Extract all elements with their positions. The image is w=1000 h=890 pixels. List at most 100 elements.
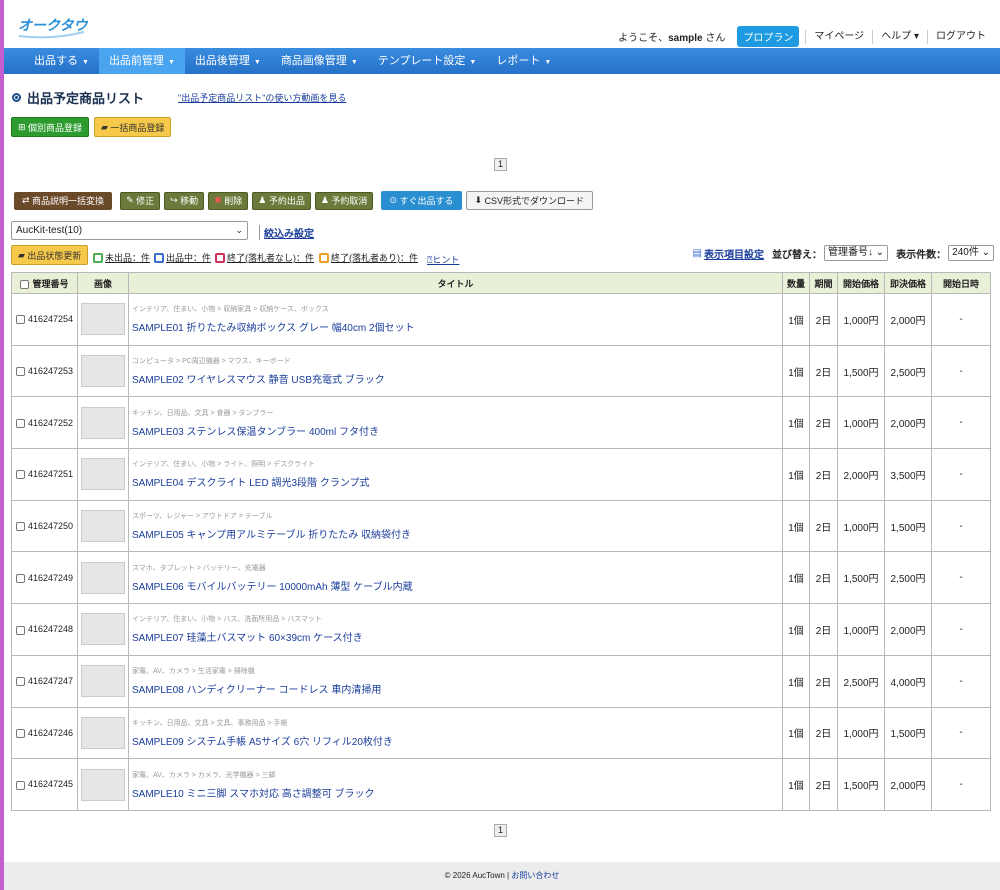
cell-period: 2日 [809,706,838,760]
list-now-button[interactable]: ⊙ すぐ出品する [381,191,462,210]
thumbnail[interactable] [81,613,125,646]
legend-ended-no-winner[interactable]: 終了(落札者なし)：件 [215,251,314,264]
reserve-cancel-button[interactable]: ♟ 予約取消 [314,191,374,210]
cell-image[interactable] [77,499,129,553]
cell-image[interactable] [77,758,129,811]
row-checkbox[interactable] [16,522,25,532]
nav-item-reports[interactable]: レポート ▼ [486,48,561,74]
cell-image[interactable] [77,396,129,450]
item-title-link[interactable]: SAMPLE10 ミニ三脚 スマホ対応 高さ調整可 ブラック [132,789,375,800]
logout-link[interactable]: ログアウト [927,29,994,44]
cell-image[interactable] [77,603,129,656]
item-title-link[interactable]: SAMPLE09 システム手帳 A5サイズ 6穴 リフィル20枚付き [132,737,393,748]
item-title-link[interactable]: SAMPLE03 ステンレス保温タンブラー 400ml フタ付き [132,427,379,438]
item-id: 416247245 [28,779,74,790]
item-title-link[interactable]: SAMPLE06 モバイルバッテリー 10000mAh 薄型 ケーブル内蔵 [132,582,413,593]
legend-listing[interactable]: 出品中：件 [154,251,211,264]
cell-id: 416247245 [11,758,78,811]
table-row: 416247253 コンピュータ > PC周辺機器 > マウス、キーボード SAMP… [11,344,991,398]
cell-image[interactable] [77,654,129,708]
help-link[interactable]: ヘルプ ▾ [872,29,927,44]
contact-link[interactable]: お問い合わせ [511,871,559,880]
csv-download-button[interactable]: ⬇ CSV形式でダウンロード [465,191,594,210]
thumbnail[interactable] [81,458,125,491]
narrow-settings-link[interactable]: 絞込み設定 [259,225,314,240]
thumbnail[interactable] [81,665,125,698]
cell-image[interactable] [77,293,129,346]
status-row: ▰ 出品状態更新 未出品：件 出品中：件 終了(落札者なし)：件 終了(落札者あ… [11,245,994,265]
display-settings-link[interactable]: 表示項目設定 [704,246,764,261]
items-table: 管理番号 画像 タイトル 数量 期間 開始価格 即決価格 開始日時 416247… [11,272,991,811]
nav-item-post-listing[interactable]: 出品後管理 ▼ [185,48,271,74]
cell-period: 2日 [809,551,838,605]
item-title-link[interactable]: SAMPLE01 折りたたみ収納ボックス グレー 幅40cm 2個セット [132,323,415,334]
account-select[interactable]: AucKit-test(10) ⌄ [11,221,248,240]
row-checkbox[interactable] [16,677,25,687]
legend-unlisted[interactable]: 未出品：件 [93,251,150,264]
cell-id: 416247248 [11,603,78,656]
cell-start-price: 1,000円 [837,396,885,450]
reserve-listing-button[interactable]: ♟ 予約出品 [252,191,311,210]
row-checkbox[interactable] [16,470,25,480]
legend-ended-winner[interactable]: 終了(落札者あり)：件 [319,251,418,264]
register-single-button[interactable]: ⊞ 個別商品登録 [11,117,90,137]
item-category: スマホ、タブレット > バッテリー、充電器 [132,564,266,572]
count-select[interactable]: 240件 ⌄ [948,245,994,261]
nav-item-pre-listing[interactable]: 出品前管理 ▼ [98,48,185,74]
status-update-button[interactable]: ▰ 出品状態更新 [11,245,89,265]
row-checkbox[interactable] [16,315,25,325]
pagination-bottom[interactable]: 1 [494,824,507,837]
item-title-link[interactable]: SAMPLE07 珪藻土バスマット 60×39cm ケース付き [132,633,363,644]
nav-item-templates[interactable]: テンプレート設定 ▼ [368,48,487,74]
header-id[interactable]: 管理番号 [11,272,78,294]
cell-title: キッチン、日用品、文具 > 文具、事務用品 > 手帳 SAMPLE09 システム手… [128,706,783,760]
delete-button[interactable]: ✖ 削除 [208,191,249,210]
thumbnail[interactable] [81,303,125,336]
row-checkbox[interactable] [16,728,25,738]
item-title-link[interactable]: SAMPLE02 ワイヤレスマウス 静音 USB充電式 ブラック [132,375,385,386]
row-checkbox[interactable] [16,418,25,428]
cell-buyout-price: 3,500円 [884,448,932,501]
pagination-top[interactable]: 1 [494,158,507,171]
cell-buyout-price: 2,500円 [884,551,932,605]
thumbnail[interactable] [81,561,125,594]
convert-description-button[interactable]: ⇄ 商品説明一括変換 [14,191,113,210]
item-title-link[interactable]: SAMPLE08 ハンディクリーナー コードレス 車内清掃用 [132,685,381,696]
thumbnail[interactable] [81,510,125,543]
cell-image[interactable] [77,706,129,760]
mypage-link[interactable]: マイページ [805,29,872,44]
howto-video-link[interactable]: "出品予定商品リスト"の使い方動画を見る [178,91,346,104]
sort-select[interactable]: 管理番号↓ ⌄ [823,245,889,261]
item-category: インテリア、住まい、小物 > バス、洗面所用品 > バスマット [132,616,323,624]
cell-image[interactable] [77,344,129,398]
thumbnail[interactable] [81,355,125,388]
list-controls: ▤ 表示項目設定 並び替え： 管理番号↓ ⌄ 表示件数： 240件 ⌄ [693,245,994,261]
row-checkbox[interactable] [16,573,25,583]
cell-qty: 1個 [782,758,810,811]
thumbnail[interactable] [81,716,125,749]
refresh-icon: ▰ [18,249,28,260]
thumbnail[interactable] [81,406,125,439]
move-button[interactable]: ↪ 移動 [164,191,205,210]
logo[interactable]: オークタウン [16,10,88,40]
nav-item-images[interactable]: 商品画像管理 ▼ [271,48,368,74]
thumbnail[interactable] [81,768,125,801]
nav-item-list[interactable]: 出品する ▼ [24,48,99,74]
table-row: 416247251 インテリア、住まい、小物 > ライト、照明 > デスクライト S… [11,448,991,501]
item-title-link[interactable]: SAMPLE05 キャンプ用アルミテーブル 折りたたみ 収納袋付き [132,530,411,541]
row-checkbox[interactable] [16,367,25,377]
cell-image[interactable] [77,448,129,501]
row-checkbox[interactable] [16,625,25,635]
caret-icon: ▼ [253,59,261,66]
item-category: インテリア、住まい、小物 > ライト、照明 > デスクライト [132,461,316,469]
cell-start-date: - [931,603,991,656]
edit-button[interactable]: ✎ 修正 [120,191,161,210]
register-bulk-button[interactable]: ▰ 一括商品登録 [94,117,172,137]
select-all-checkbox[interactable] [20,279,30,289]
cell-title: 家電、AV、カメラ > 生活家電 > 掃除機 SAMPLE08 ハンディクリーナー… [128,654,783,708]
item-title-link[interactable]: SAMPLE04 デスクライト LED 調光3段階 クランプ式 [132,478,370,489]
cell-image[interactable] [77,551,129,605]
plan-badge[interactable]: プロプラン [737,26,800,47]
hint-link[interactable]: ⍰ヒント [427,253,459,266]
row-checkbox[interactable] [16,780,25,790]
